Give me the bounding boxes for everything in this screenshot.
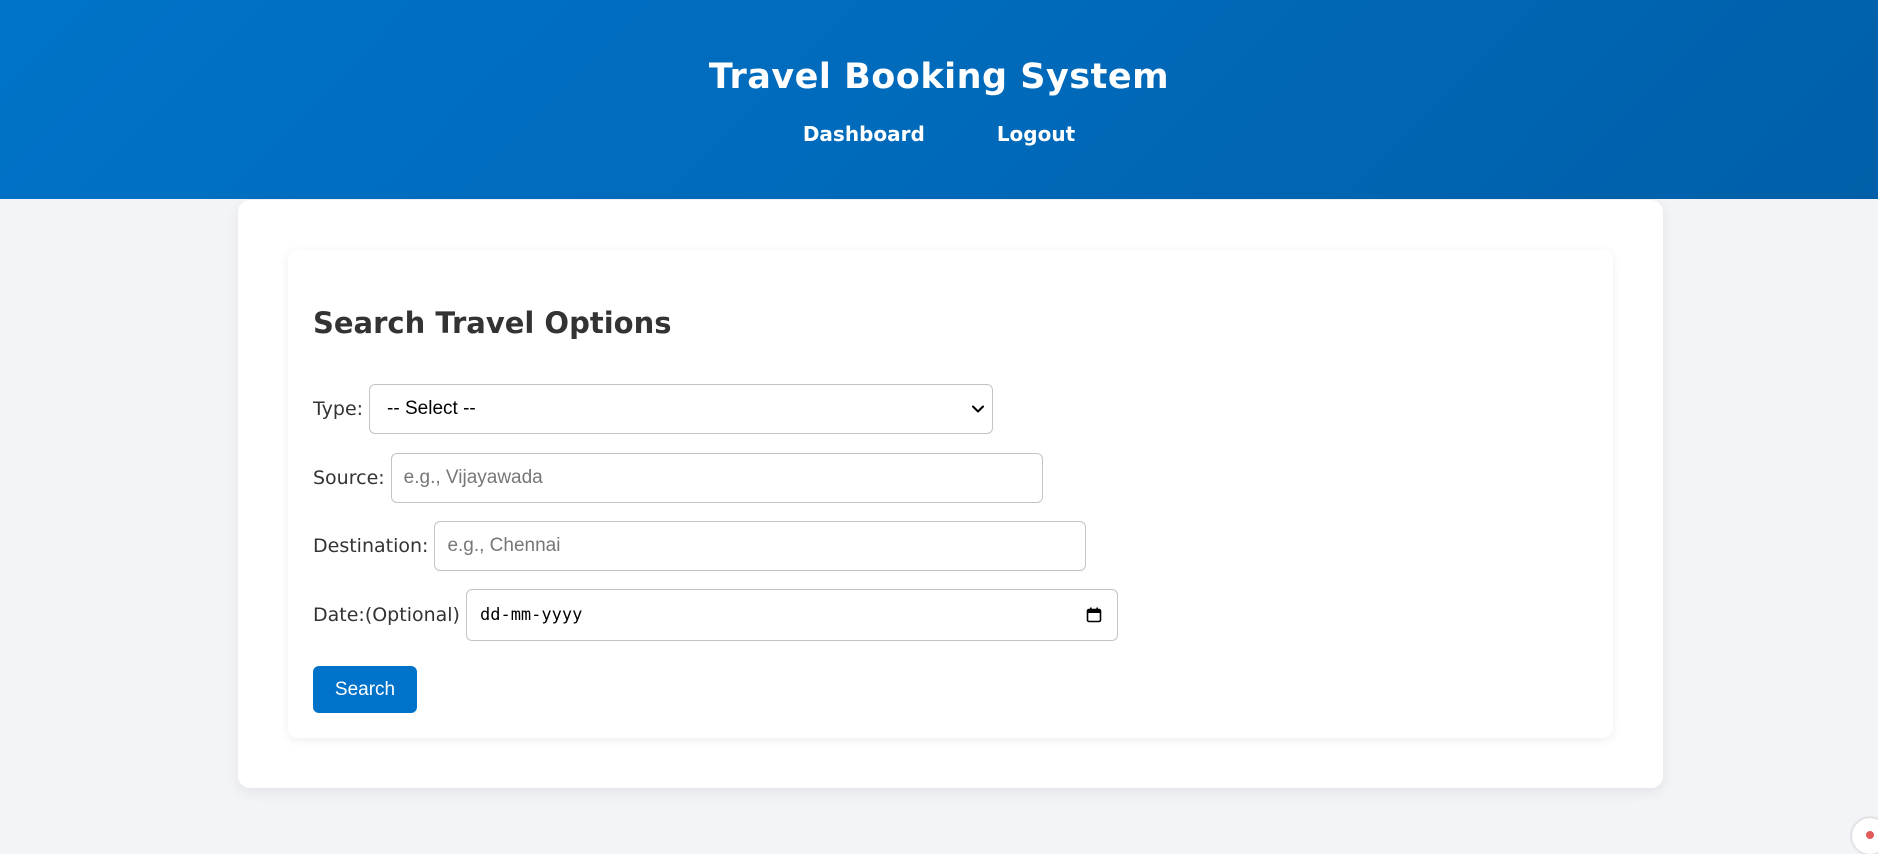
source-label: Source: <box>313 467 385 489</box>
nav-logout-link[interactable]: Logout <box>997 121 1075 147</box>
floating-widget-button[interactable] <box>1852 818 1878 854</box>
destination-row: Destination: <box>313 521 1087 571</box>
search-heading: Search Travel Options <box>313 306 672 340</box>
date-label: Date:(Optional) <box>313 604 460 626</box>
source-row: Source: <box>313 453 1043 503</box>
widget-dot-icon <box>1866 831 1874 839</box>
destination-input[interactable] <box>434 521 1087 571</box>
date-input[interactable]: dd-mm-yyyy <box>465 589 1118 641</box>
main-nav: Dashboard Logout <box>0 121 1878 147</box>
type-select[interactable]: -- Select -- <box>369 384 994 434</box>
search-button[interactable]: Search <box>313 666 417 713</box>
app-header: Travel Booking System Dashboard Logout <box>0 0 1878 199</box>
type-select-value: -- Select -- <box>387 398 476 419</box>
search-form-card: Search Travel Options Type: -- Select --… <box>288 250 1613 738</box>
calendar-icon[interactable] <box>1085 606 1103 624</box>
type-row: Type: -- Select -- <box>313 384 994 434</box>
main-container: Search Travel Options Type: -- Select --… <box>238 200 1663 788</box>
nav-dashboard-link[interactable]: Dashboard <box>803 121 925 147</box>
date-input-value: dd-mm-yyyy <box>479 605 583 625</box>
app-title: Travel Booking System <box>708 57 1170 97</box>
type-label: Type: <box>313 398 364 420</box>
chevron-down-icon <box>970 401 986 417</box>
source-input[interactable] <box>390 453 1043 503</box>
date-row: Date:(Optional) dd-mm-yyyy <box>313 589 1118 641</box>
destination-label: Destination: <box>313 535 429 557</box>
